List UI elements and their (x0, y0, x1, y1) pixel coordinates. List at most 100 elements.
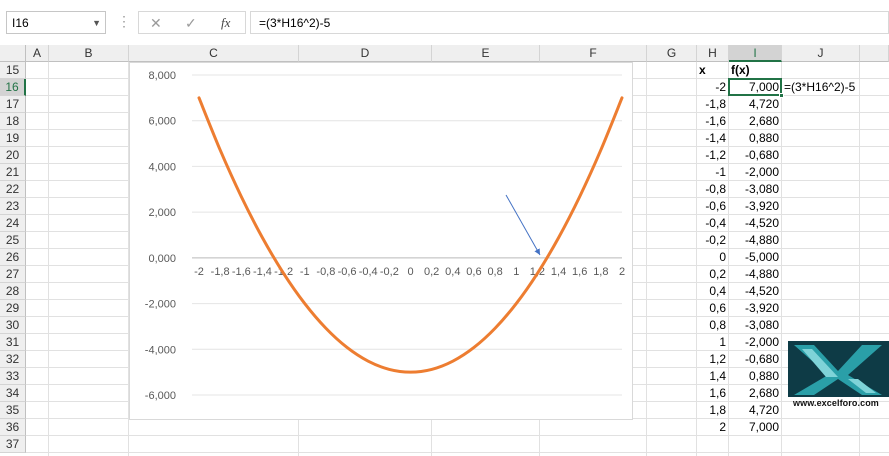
fx-value-cell[interactable]: -3,080 (729, 181, 782, 198)
row-header-25[interactable]: 25 (0, 232, 26, 249)
chevron-down-icon[interactable]: ▼ (92, 18, 101, 28)
row-header-27[interactable]: 27 (0, 266, 26, 283)
x-value-cell[interactable]: -0,8 (697, 181, 729, 198)
fx-value-cell[interactable]: 0,880 (729, 368, 782, 385)
fx-value-cell[interactable]: -5,000 (729, 249, 782, 266)
x-tick-label: -0,4 (359, 266, 378, 278)
fx-value-cell[interactable]: -0,680 (729, 351, 782, 368)
x-value-cell[interactable]: 1,6 (697, 385, 729, 402)
x-tick-label: -1,6 (232, 266, 251, 278)
fx-value-cell[interactable]: 0,880 (729, 130, 782, 147)
row-header-35[interactable]: 35 (0, 402, 26, 419)
column-header-b[interactable]: B (49, 45, 129, 62)
column-header-e[interactable]: E (432, 45, 540, 62)
column-header-f[interactable]: F (540, 45, 647, 62)
row-header-36[interactable]: 36 (0, 419, 26, 436)
fx-value-cell[interactable]: -4,520 (729, 215, 782, 232)
row-header-22[interactable]: 22 (0, 181, 26, 198)
x-value-cell[interactable]: -0,4 (697, 215, 729, 232)
x-value-cell[interactable]: -1,6 (697, 113, 729, 130)
table-header-fx[interactable]: f(x) (729, 62, 782, 79)
x-value-cell[interactable]: 1,4 (697, 368, 729, 385)
fx-value-cell[interactable]: 2,680 (729, 385, 782, 402)
row-header-33[interactable]: 33 (0, 368, 26, 385)
column-header-h[interactable]: H (697, 45, 729, 62)
select-all-corner[interactable] (0, 45, 26, 62)
fx-value-cell[interactable]: 4,720 (729, 402, 782, 419)
series-line-0 (197, 96, 624, 374)
x-value-cell[interactable]: 1,8 (697, 402, 729, 419)
row-header-28[interactable]: 28 (0, 283, 26, 300)
column-header-c[interactable]: C (129, 45, 299, 62)
row-header-20[interactable]: 20 (0, 147, 26, 164)
x-tick-label: 0,4 (445, 266, 460, 278)
insert-function-icon[interactable]: fx (221, 15, 230, 31)
fx-value-cell[interactable]: -4,880 (729, 232, 782, 249)
x-tick-label: -0,6 (338, 266, 357, 278)
line-chart[interactable]: 8,000 6,000 4,000 2,000 0,000 -2,000 -4,000 -6,… (129, 62, 633, 420)
cancel-icon[interactable]: ✕ (150, 15, 162, 32)
y-tick-label: -6,000 (145, 390, 176, 402)
fx-value-cell[interactable]: -2,000 (729, 334, 782, 351)
enter-icon[interactable]: ✓ (185, 15, 197, 32)
fx-value-cell[interactable]: 4,720 (729, 96, 782, 113)
row-header-30[interactable]: 30 (0, 317, 26, 334)
formula-input[interactable]: =(3*H16^2)-5 (250, 11, 889, 34)
x-value-cell[interactable]: 0 (697, 249, 729, 266)
column-gridline (48, 62, 49, 456)
y-tick-label: 0,000 (148, 253, 176, 265)
active-cell-selection[interactable] (728, 78, 784, 98)
fx-value-cell[interactable]: -4,520 (729, 283, 782, 300)
x-value-cell[interactable]: -0,6 (697, 198, 729, 215)
row-header-15[interactable]: 15 (0, 62, 26, 79)
row-header-19[interactable]: 19 (0, 130, 26, 147)
x-value-cell[interactable]: 0,4 (697, 283, 729, 300)
row-header-29[interactable]: 29 (0, 300, 26, 317)
row-header-24[interactable]: 24 (0, 215, 26, 232)
row-header-17[interactable]: 17 (0, 96, 26, 113)
fx-value-cell[interactable]: -0,680 (729, 147, 782, 164)
x-value-cell[interactable]: 2 (697, 419, 729, 436)
row-header-23[interactable]: 23 (0, 198, 26, 215)
x-value-cell[interactable]: -1 (697, 164, 729, 181)
x-value-cell[interactable]: -1,8 (697, 96, 729, 113)
x-value-cell[interactable]: 0,8 (697, 317, 729, 334)
row-header-26[interactable]: 26 (0, 249, 26, 266)
column-header-a[interactable]: A (26, 45, 49, 62)
column-header-overflow[interactable] (860, 45, 889, 62)
table-header-x[interactable]: x (697, 62, 729, 79)
x-value-cell[interactable]: -2 (697, 79, 729, 96)
row-header-34[interactable]: 34 (0, 385, 26, 402)
row-header-16[interactable]: 16 (0, 79, 26, 96)
y-tick-label: -4,000 (145, 344, 176, 356)
x-value-cell[interactable]: 0,2 (697, 266, 729, 283)
fx-value-cell[interactable]: 7,000 (729, 419, 782, 436)
y-tick-label: 6,000 (148, 116, 176, 128)
fx-value-cell[interactable]: -2,000 (729, 164, 782, 181)
x-value-cell[interactable]: 1 (697, 334, 729, 351)
x-value-cell[interactable]: -1,4 (697, 130, 729, 147)
column-header-d[interactable]: D (299, 45, 432, 62)
column-header-g[interactable]: G (647, 45, 697, 62)
fill-handle[interactable] (779, 93, 784, 98)
x-tick-label: 2 (619, 266, 625, 278)
name-box[interactable]: I16 ▼ (6, 11, 106, 34)
row-header-21[interactable]: 21 (0, 164, 26, 181)
row-header-32[interactable]: 32 (0, 351, 26, 368)
row-header-18[interactable]: 18 (0, 113, 26, 130)
formula-note-cell[interactable]: =(3*H16^2)-5 (782, 79, 855, 96)
fx-value-cell[interactable]: 2,680 (729, 113, 782, 130)
drag-handle-icon[interactable]: ⋮ (117, 13, 131, 30)
row-header-31[interactable]: 31 (0, 334, 26, 351)
fx-value-cell[interactable]: -4,880 (729, 266, 782, 283)
column-header-j[interactable]: J (782, 45, 860, 62)
column-header-i[interactable]: I (729, 45, 782, 62)
x-value-cell[interactable]: 1,2 (697, 351, 729, 368)
row-header-37[interactable]: 37 (0, 436, 26, 453)
x-value-cell[interactable]: -0,2 (697, 232, 729, 249)
fx-value-cell[interactable]: -3,920 (729, 300, 782, 317)
fx-value-cell[interactable]: -3,080 (729, 317, 782, 334)
fx-value-cell[interactable]: -3,920 (729, 198, 782, 215)
x-value-cell[interactable]: -1,2 (697, 147, 729, 164)
x-value-cell[interactable]: 0,6 (697, 300, 729, 317)
